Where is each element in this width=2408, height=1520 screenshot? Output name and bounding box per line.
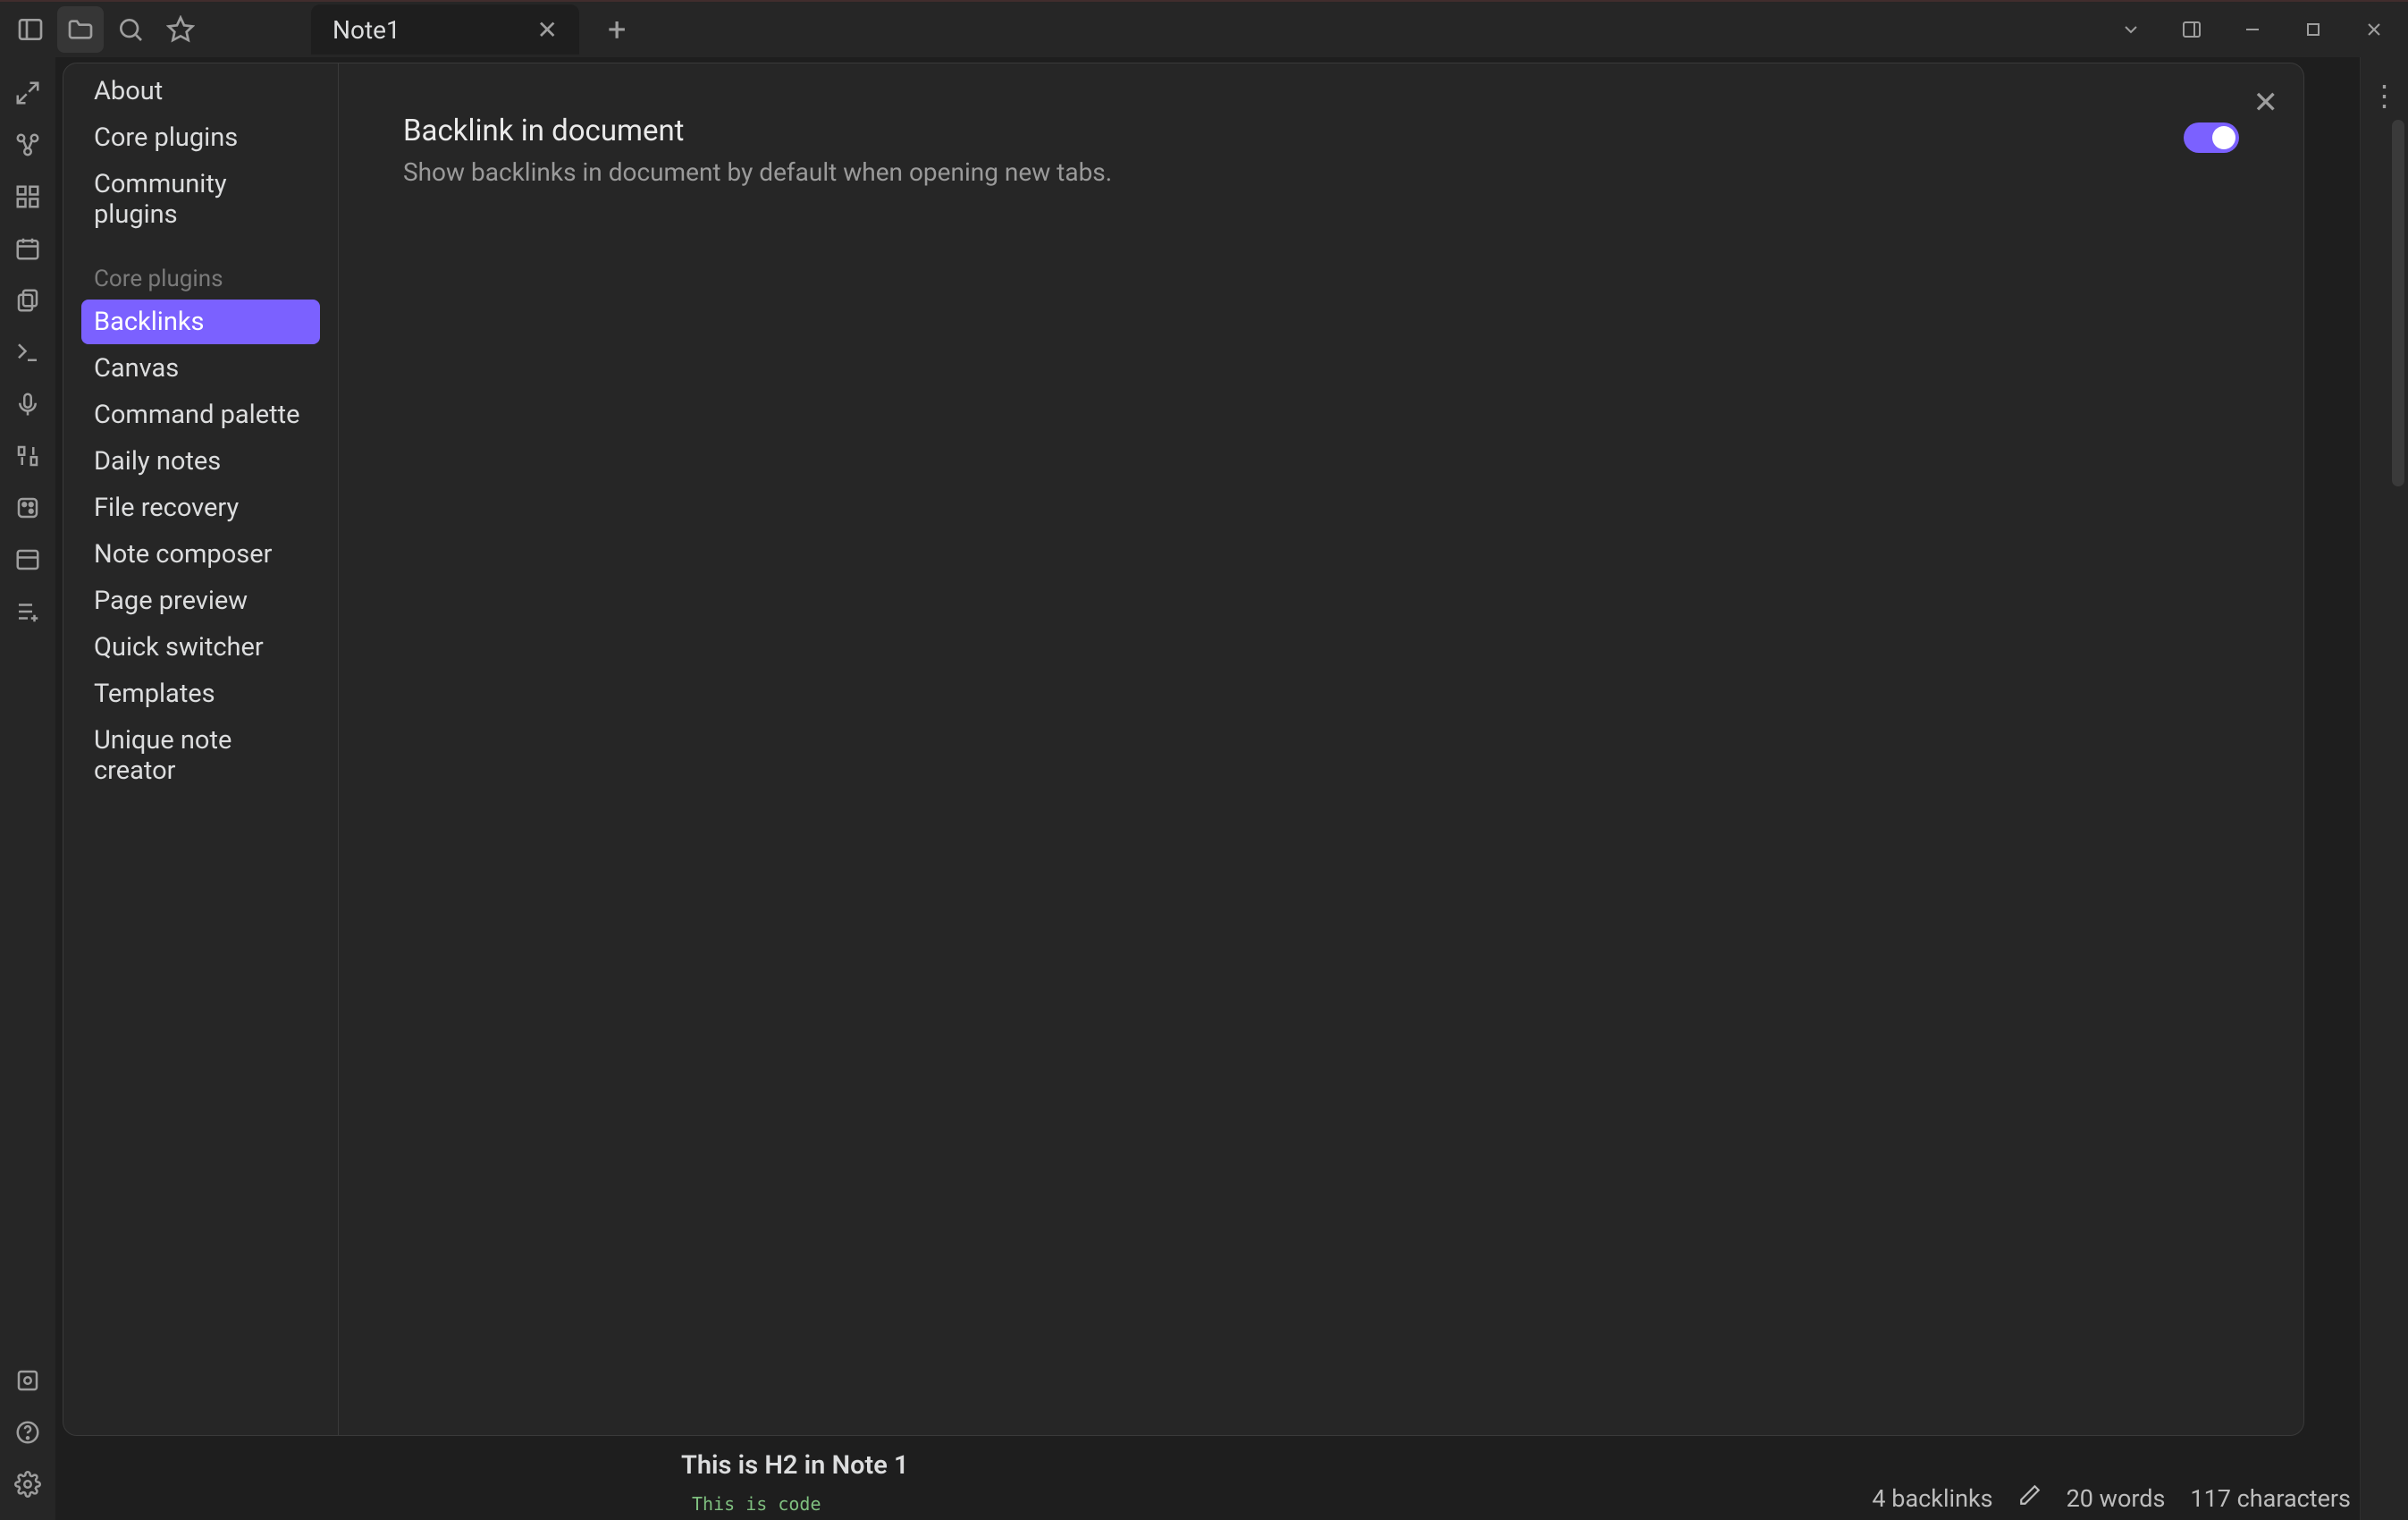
settings-nav-item[interactable]: Command palette	[81, 393, 320, 437]
canvas-icon[interactable]	[10, 179, 46, 215]
vault-icon[interactable]	[10, 1363, 46, 1398]
setting-description: Show backlinks in document by default wh…	[403, 157, 1112, 187]
settings-nav-item[interactable]: About	[81, 69, 320, 114]
layout-icon[interactable]	[10, 542, 46, 578]
new-tab-button[interactable]: +	[594, 11, 640, 48]
left-sidebar-toggle-icon[interactable]	[7, 6, 54, 53]
pencil-icon[interactable]	[2018, 1483, 2042, 1513]
settings-nav-item[interactable]: Backlinks	[81, 300, 320, 344]
star-icon[interactable]	[157, 6, 204, 53]
quick-open-icon[interactable]	[10, 75, 46, 111]
window-minimize-button[interactable]	[2226, 8, 2279, 51]
close-icon[interactable]: ✕	[2253, 85, 2279, 121]
settings-pane: ✕ Backlink in document Show backlinks in…	[339, 63, 2303, 1435]
files-icon[interactable]	[10, 283, 46, 318]
folder-icon[interactable]	[57, 6, 104, 53]
ribbon	[0, 57, 55, 1520]
calendar-icon[interactable]	[10, 231, 46, 266]
help-icon[interactable]	[10, 1414, 46, 1450]
status-bar: 4 backlinks 20 words 117 characters	[1872, 1483, 2351, 1513]
settings-nav-item[interactable]: Unique note creator	[81, 718, 320, 793]
graph-icon[interactable]	[10, 127, 46, 163]
settings-nav[interactable]: AboutCore pluginsCommunity pluginsCore p…	[63, 63, 339, 1435]
scrollbar[interactable]	[2392, 120, 2404, 486]
microphone-icon[interactable]	[10, 386, 46, 422]
titlebar: Note1 ✕ +	[0, 0, 2408, 57]
document-heading: This is H2 in Note 1	[681, 1450, 909, 1481]
settings-nav-item[interactable]: Note composer	[81, 532, 320, 577]
chevron-down-icon[interactable]	[2104, 8, 2158, 51]
backlink-in-document-toggle[interactable]	[2184, 122, 2239, 153]
close-icon[interactable]: ✕	[537, 15, 558, 45]
settings-nav-item[interactable]: Page preview	[81, 578, 320, 623]
search-icon[interactable]	[107, 6, 154, 53]
gear-icon[interactable]	[10, 1466, 46, 1502]
settings-nav-item[interactable]: Templates	[81, 671, 320, 716]
right-sidebar-toggle-icon[interactable]	[2165, 8, 2219, 51]
settings-nav-item[interactable]: Core plugins	[81, 115, 320, 160]
setting-title: Backlink in document	[403, 114, 1112, 148]
list-plus-icon[interactable]	[10, 594, 46, 629]
window-maximize-button[interactable]	[2286, 8, 2340, 51]
status-words[interactable]: 20 words	[2067, 1484, 2166, 1513]
window-close-button[interactable]	[2347, 8, 2401, 51]
more-icon[interactable]: ⋮	[2370, 79, 2399, 113]
settings-nav-item[interactable]: File recovery	[81, 486, 320, 530]
settings-section-heading: Core plugins	[81, 239, 320, 300]
settings-modal: AboutCore pluginsCommunity pluginsCore p…	[63, 63, 2304, 1436]
status-backlinks[interactable]: 4 backlinks	[1872, 1484, 1992, 1513]
tab-note1[interactable]: Note1 ✕	[311, 4, 579, 55]
document-code: This is code	[692, 1493, 821, 1515]
dice-icon[interactable]	[10, 490, 46, 526]
terminal-icon[interactable]	[10, 334, 46, 370]
settings-nav-item[interactable]: Canvas	[81, 346, 320, 391]
settings-nav-item[interactable]: Quick switcher	[81, 625, 320, 670]
settings-nav-item[interactable]: Daily notes	[81, 439, 320, 484]
status-chars[interactable]: 117 characters	[2190, 1484, 2351, 1513]
binary-icon[interactable]	[10, 438, 46, 474]
settings-nav-item[interactable]: Community plugins	[81, 162, 320, 237]
tab-title: Note1	[333, 15, 400, 45]
